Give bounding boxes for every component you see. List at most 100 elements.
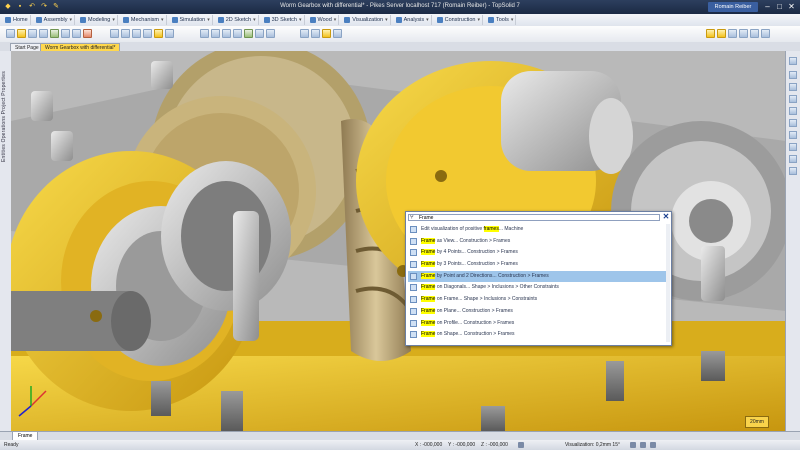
menu-mechanism[interactable]: Mechanism ▾ <box>121 15 167 25</box>
grid-icon[interactable] <box>640 442 646 448</box>
list-item-selected[interactable]: Frame by Point and 2 Directions... Const… <box>408 270 668 283</box>
view-top-icon[interactable] <box>211 29 220 38</box>
menu-modeling[interactable]: Modeling ▾ <box>78 15 118 25</box>
frame-command-icon <box>410 319 417 327</box>
menu-simulation[interactable]: Simulation ▾ <box>170 15 213 25</box>
toolbar-group-2 <box>110 29 174 38</box>
constraint-icon[interactable] <box>39 29 48 38</box>
results-scrollbar[interactable] <box>666 224 670 342</box>
tools-icon <box>488 17 494 23</box>
list-item[interactable]: Edit visualization of positive frames...… <box>408 224 668 236</box>
list-item[interactable]: Frame on Diagonals... Shape > Inclusions… <box>408 282 668 294</box>
search-results-list: Edit visualization of positive frames...… <box>408 224 668 341</box>
view-iso-icon[interactable] <box>233 29 242 38</box>
part-icon[interactable] <box>17 29 26 38</box>
view-front-icon[interactable] <box>200 29 209 38</box>
include-icon[interactable] <box>28 29 37 38</box>
sketch-icon[interactable] <box>165 29 174 38</box>
perspective-icon[interactable] <box>789 155 797 163</box>
cancel-icon[interactable] <box>739 29 748 38</box>
command-search-input[interactable]: Frame <box>408 214 660 221</box>
analysis-icon <box>395 17 402 23</box>
ok-icon[interactable] <box>717 29 726 38</box>
right-toolbar <box>785 51 800 431</box>
minimize-icon[interactable]: – <box>763 2 772 11</box>
rotate-icon[interactable] <box>789 107 797 115</box>
title-bar: ◆ ▪ ↶ ↷ ✎ Worm Gearbox with differential… <box>0 0 800 14</box>
list-item[interactable]: Frame on Frame... Shape > Inclusions > C… <box>408 294 668 306</box>
menu-assembly[interactable]: Assembly ▾ <box>34 15 76 25</box>
toolbar-group-5 <box>706 29 770 38</box>
render-icon[interactable] <box>244 29 253 38</box>
toolbar-group-4 <box>300 29 342 38</box>
color-icon[interactable] <box>322 29 331 38</box>
construction-icon <box>436 17 443 23</box>
left-panel-tabs[interactable]: Entities Operations Project Properties <box>1 71 7 162</box>
window-title: Worm Gearbox with differential* - Pikes … <box>280 3 520 9</box>
frame-command-icon <box>410 261 417 269</box>
frame-command-icon <box>410 249 417 257</box>
options-icon[interactable] <box>750 29 759 38</box>
mechanism-icon <box>122 17 129 23</box>
mirror-icon[interactable] <box>72 29 81 38</box>
coord-y: Y : -000,000 <box>448 442 476 448</box>
menu-home[interactable]: Home <box>3 15 31 25</box>
shape-icon[interactable] <box>154 29 163 38</box>
layer-icon[interactable] <box>333 29 342 38</box>
scale-indicator: 20mm <box>745 416 769 428</box>
assembly-icon <box>35 17 42 23</box>
menu-tools[interactable]: Tools ▾ <box>486 15 517 25</box>
menu-wood[interactable]: Wood ▾ <box>308 15 340 25</box>
maximize-icon[interactable]: □ <box>775 2 784 11</box>
clipping-icon[interactable] <box>789 167 797 175</box>
inclusion-command-icon <box>410 284 417 292</box>
remove-icon[interactable] <box>83 29 92 38</box>
fit-view-icon[interactable] <box>789 119 797 127</box>
list-item[interactable]: Frame by 4 Points... Construction > Fram… <box>408 247 668 259</box>
search-command-icon[interactable] <box>706 29 715 38</box>
list-item[interactable]: Frame on Plane... Construction > Frames <box>408 306 668 318</box>
zoom-out-icon[interactable] <box>789 83 797 91</box>
view-right-icon[interactable] <box>222 29 231 38</box>
wireframe-icon[interactable] <box>789 143 797 151</box>
pointer-icon[interactable] <box>6 29 15 38</box>
settings-icon[interactable] <box>761 29 770 38</box>
pattern-icon[interactable] <box>61 29 70 38</box>
list-item[interactable]: Frame on Shape... Construction > Frames <box>408 329 668 341</box>
pan-icon[interactable] <box>789 95 797 103</box>
axis-icon[interactable] <box>132 29 141 38</box>
help-icon[interactable] <box>728 29 737 38</box>
frame-command-icon <box>410 307 417 315</box>
zoom-icon[interactable] <box>266 29 275 38</box>
point-icon[interactable] <box>121 29 130 38</box>
snap-icon[interactable] <box>518 442 524 448</box>
menu-analysis[interactable]: Analysis ▾ <box>394 15 432 25</box>
home-icon <box>5 17 11 23</box>
command-toolbar <box>0 26 800 43</box>
menu-visualization[interactable]: Visualization ▾ <box>342 15 391 25</box>
close-icon[interactable]: ✕ <box>787 2 796 11</box>
plane-icon[interactable] <box>143 29 152 38</box>
list-item[interactable]: Frame on Profile... Construction > Frame… <box>408 318 668 330</box>
menu-construction[interactable]: Construction ▾ <box>435 15 483 25</box>
explode-icon[interactable] <box>50 29 59 38</box>
close-popup-button[interactable]: ✕ <box>662 213 670 221</box>
display-mode-icon[interactable] <box>630 442 636 448</box>
lighting-icon[interactable] <box>650 442 656 448</box>
measure-icon[interactable] <box>300 29 309 38</box>
user-account-button[interactable]: Romain Reiber <box>708 2 758 12</box>
menu-2d-sketch[interactable]: 2D Sketch ▾ <box>216 15 259 25</box>
list-item[interactable]: Frame by 3 Points... Construction > Fram… <box>408 259 668 271</box>
visualization-icon <box>344 17 351 23</box>
shading-icon[interactable] <box>789 131 797 139</box>
zoom-in-icon[interactable] <box>789 71 797 79</box>
section-icon[interactable] <box>255 29 264 38</box>
view-cube-icon[interactable] <box>789 57 797 65</box>
list-item[interactable]: Frame as View... Construction > Frames <box>408 236 668 248</box>
frame-icon[interactable] <box>110 29 119 38</box>
command-search-popup: ⚲ Frame ✕ Edit visualization of positive… <box>405 211 672 346</box>
inclusion-command-icon <box>410 296 417 304</box>
menu-3d-sketch[interactable]: 3D Sketch ▾ <box>262 15 305 25</box>
check-icon[interactable] <box>311 29 320 38</box>
visualization-precision: Visualization: 0,2mm 15° <box>565 442 620 448</box>
